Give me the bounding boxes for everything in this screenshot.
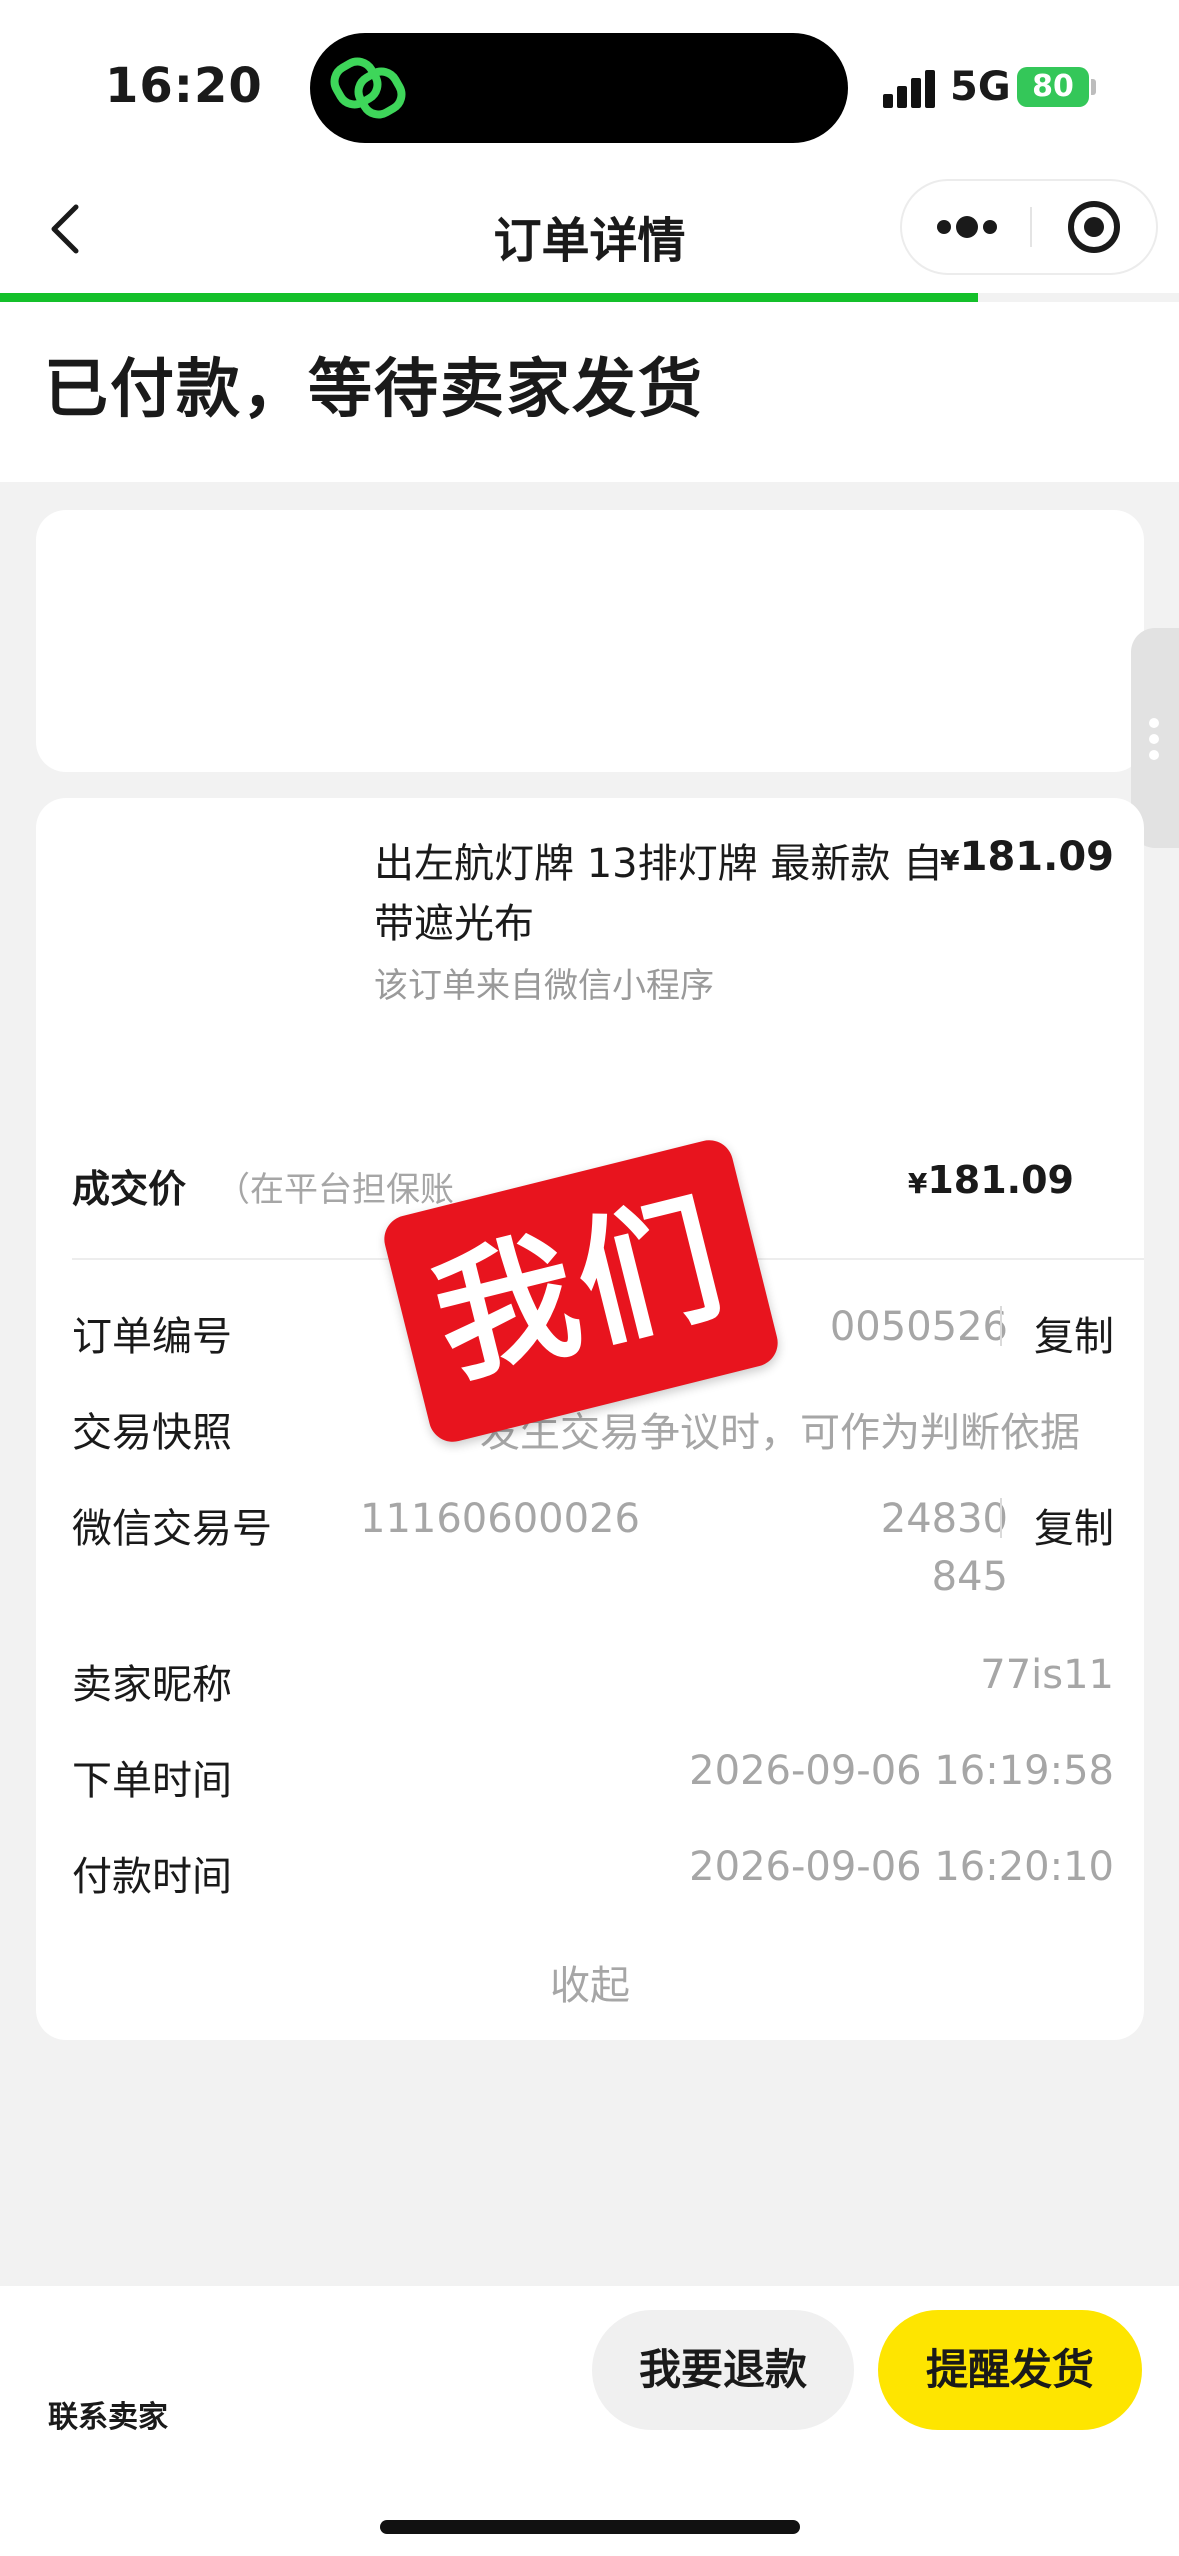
address-card [36,510,1144,772]
more-dots-icon[interactable] [902,181,1030,273]
deal-price-note: （在平台担保账 [216,1170,454,1210]
signal-icon [883,68,939,108]
bottom-action-bar: 联系卖家 我要退款 提醒发货 [0,2286,1179,2556]
mini-program-capsule [900,179,1158,275]
navbar: 订单详情 [0,175,1179,293]
copy-separator [1000,1498,1002,1538]
order-number-value: 0050526 [829,1304,1008,1350]
copy-order-number-button[interactable]: 复制 [1034,1304,1114,1362]
wechat-txn-label: 微信交易号 [72,1506,272,1552]
snapshot-label: 交易快照 [72,1410,232,1456]
status-time: 16:20 [105,58,263,114]
copy-separator [1000,1306,1002,1346]
remind-ship-button[interactable]: 提醒发货 [878,2310,1142,2430]
seller-nickname-value: 77is11 [980,1652,1114,1698]
deal-price-label: 成交价 [72,1167,187,1211]
refund-button[interactable]: 我要退款 [592,2310,854,2430]
product-price: ¥181.09 [940,834,1114,880]
home-indicator [380,2520,800,2534]
wechat-txn-value-line2: 845 [931,1554,1008,1600]
order-time-label: 下单时间 [72,1758,232,1804]
loading-progress-bar [0,293,978,302]
pay-time-value: 2026-09-06 16:20:10 [689,1844,1114,1890]
status-bar: 16:20 5G 80 [0,0,1179,175]
contact-seller-button[interactable]: 联系卖家 [48,2392,168,2436]
order-number-label: 订单编号 [72,1314,232,1360]
product-name[interactable]: 出左航灯牌 13排灯牌 最新款 自带遮光布 [374,834,944,954]
collapse-button[interactable]: 收起 [36,1953,1144,2011]
network-label: 5G [950,64,1011,110]
battery-icon: 80 [1017,67,1089,107]
deal-price: ¥181.09 [907,1158,1074,1202]
wechat-txn-value-prefix: 11160600026 [360,1496,640,1542]
link-rings-icon [330,57,406,119]
copy-wechat-txn-button[interactable]: 复制 [1034,1496,1114,1554]
wechat-txn-value-suffix: 24830 [880,1496,1008,1542]
pay-time-label: 付款时间 [72,1854,232,1900]
seller-nickname-label: 卖家昵称 [72,1662,232,1708]
product-source: 该订单来自微信小程序 [374,966,714,1006]
dynamic-island [310,33,848,143]
order-status-header: 已付款，等待卖家发货 [0,302,1179,482]
target-close-icon[interactable] [1032,181,1156,273]
order-status-title: 已付款，等待卖家发货 [44,353,704,427]
battery-cap [1091,79,1096,95]
order-time-value: 2026-09-06 16:19:58 [689,1748,1114,1794]
order-detail-card: 出左航灯牌 13排灯牌 最新款 自带遮光布 ¥181.09 该订单来自微信小程序… [36,798,1144,2040]
